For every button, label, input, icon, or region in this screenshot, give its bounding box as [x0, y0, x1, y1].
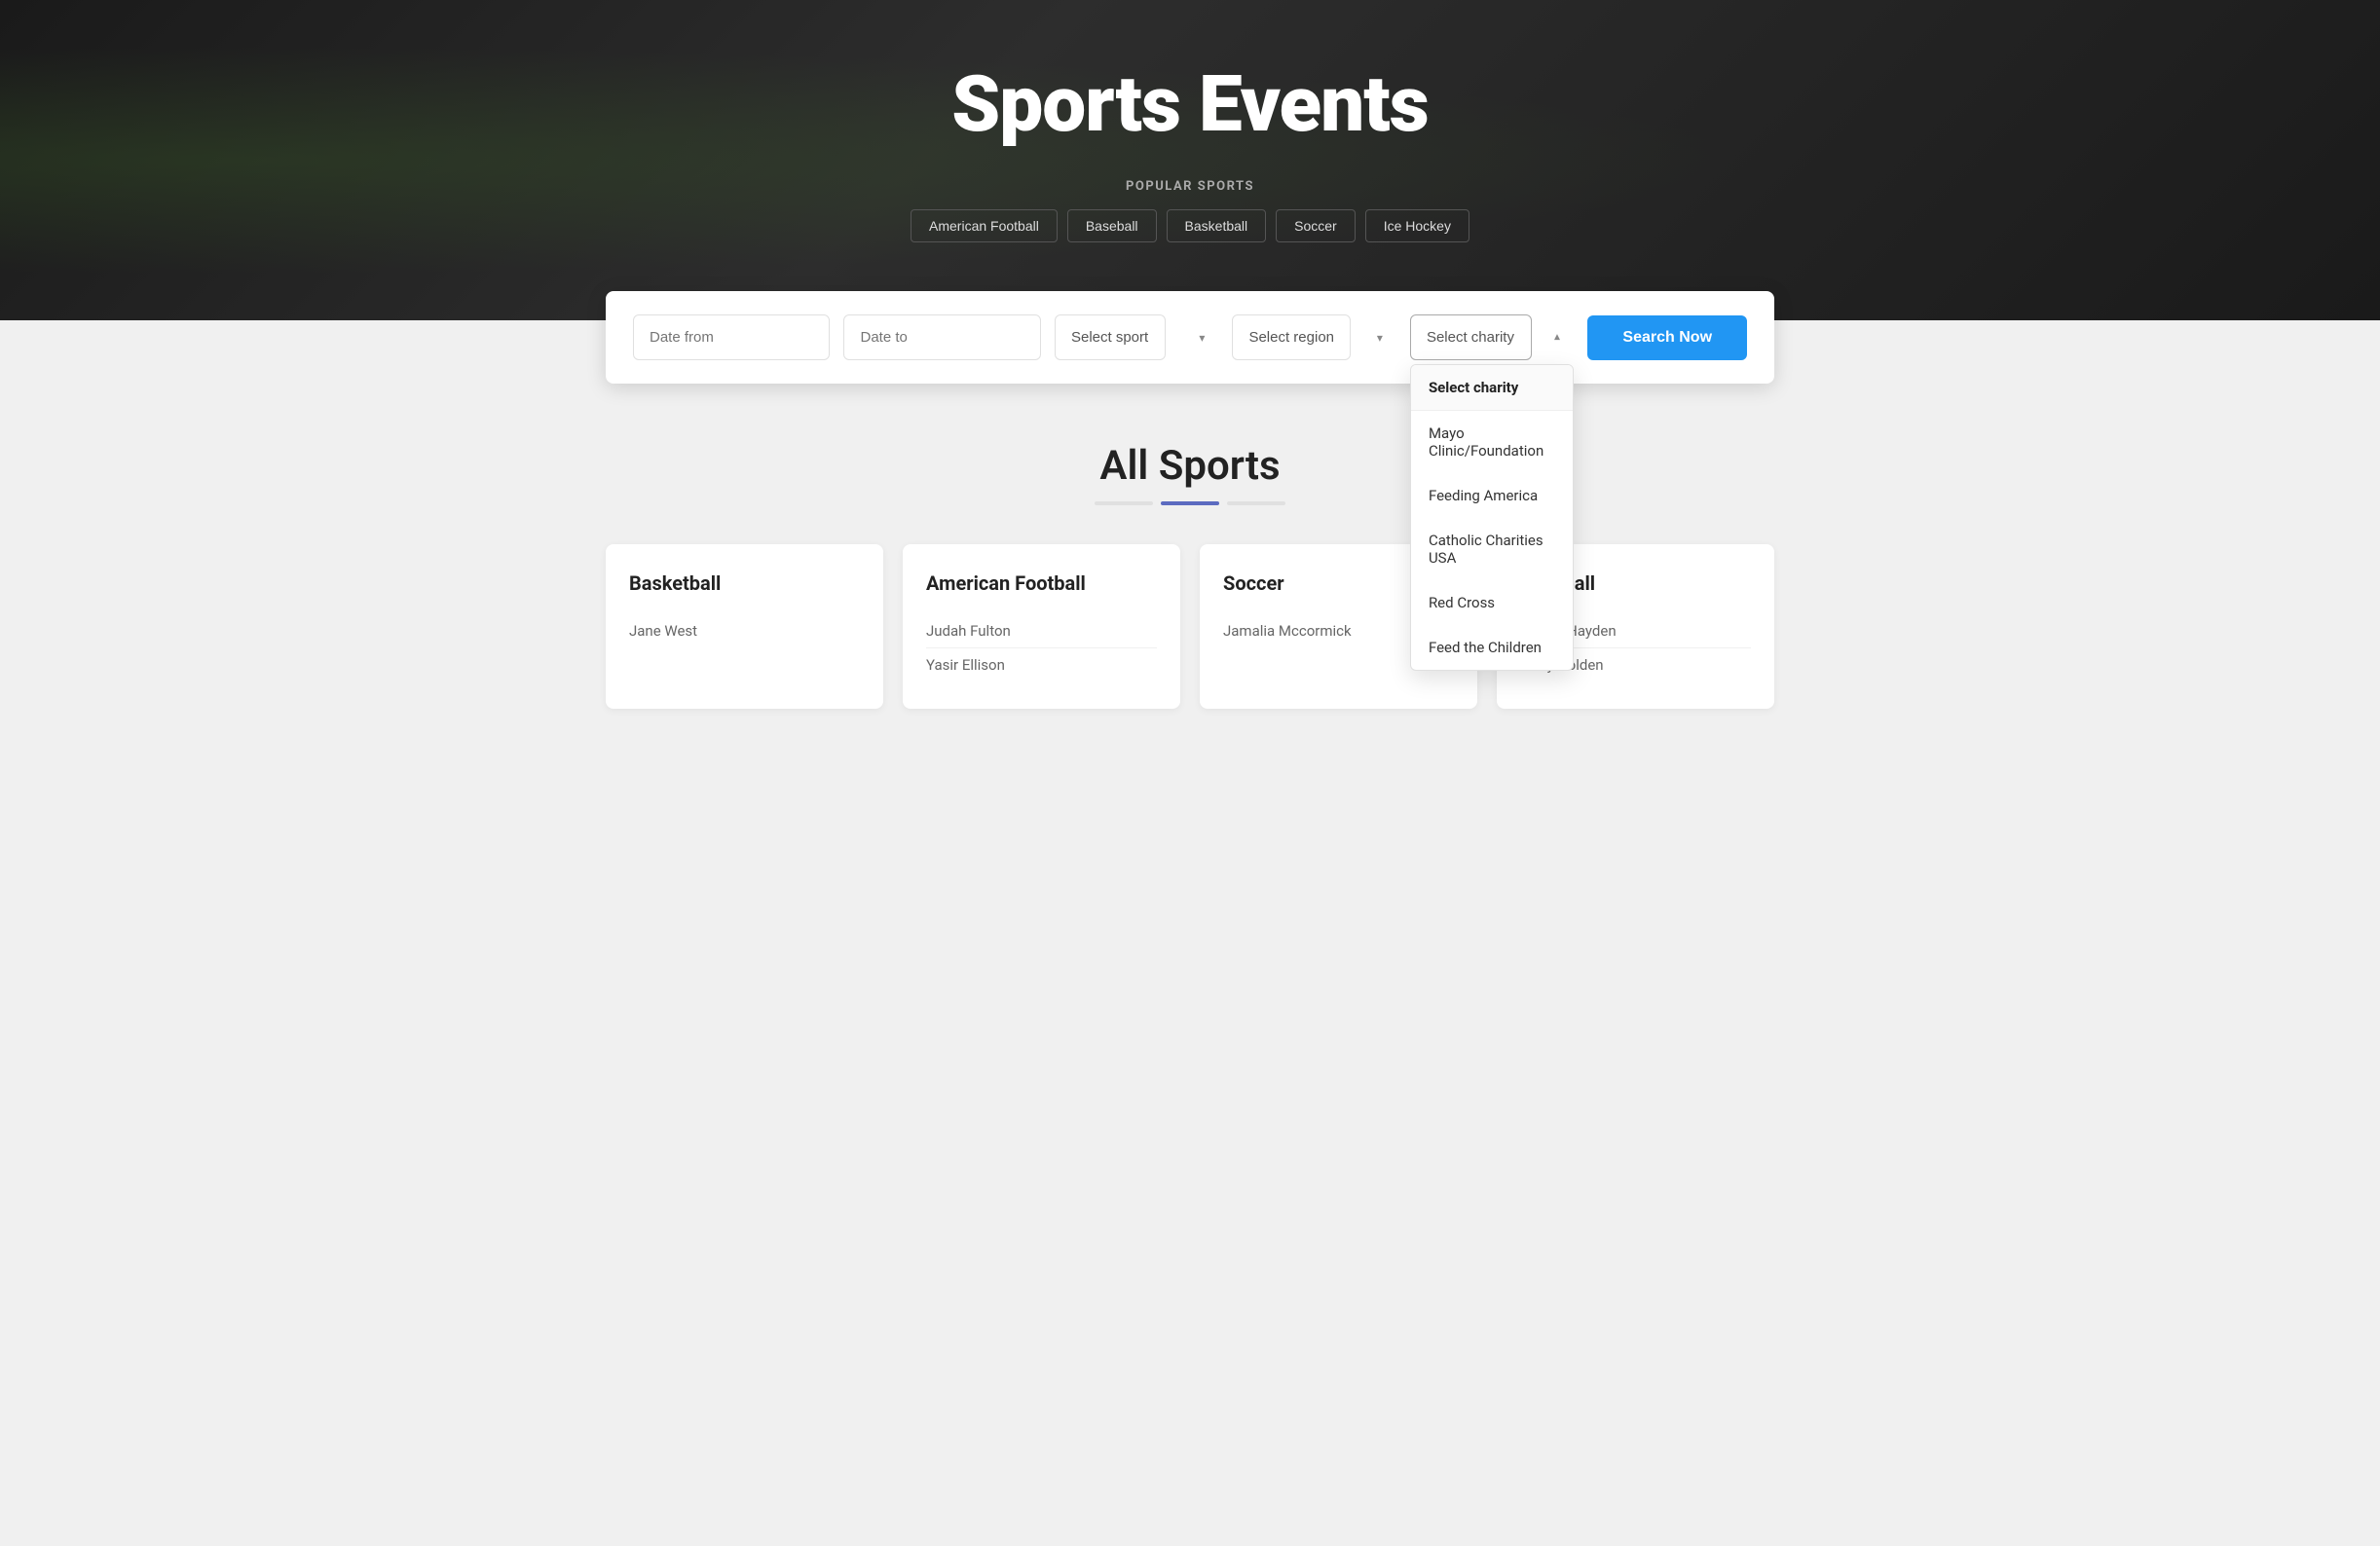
sport-tag-american-football[interactable]: American Football [911, 209, 1058, 242]
select-region-dropdown[interactable]: Select region [1232, 314, 1351, 360]
sport-tag-soccer[interactable]: Soccer [1276, 209, 1356, 242]
select-sport-dropdown[interactable]: Select sport [1055, 314, 1166, 360]
card-person-name: Jane West [629, 614, 860, 647]
charity-dropdown-item[interactable]: Feeding America [1411, 473, 1573, 518]
card-sport-title: American Football [926, 571, 1157, 595]
search-now-button[interactable]: Search Now [1587, 315, 1747, 360]
sport-card: Basketball Jane West [606, 544, 883, 709]
date-to-input[interactable] [843, 314, 1040, 360]
charity-dropdown-item[interactable]: Red Cross [1411, 580, 1573, 625]
card-person-name: Yasir Ellison [926, 648, 1157, 681]
sports-tags-container: American Football Baseball Basketball Socce… [911, 209, 1469, 242]
chevron-down-icon: ▾ [1199, 331, 1205, 345]
sport-tag-basketball[interactable]: Basketball [1167, 209, 1267, 242]
select-charity-dropdown[interactable]: Select charity [1410, 314, 1532, 360]
sport-tag-ice-hockey[interactable]: Ice Hockey [1365, 209, 1469, 242]
section-divider [39, 501, 2341, 505]
all-sports-title: All Sports [39, 442, 2341, 490]
charity-dropdown-menu: Select charity Mayo Clinic/FoundationFee… [1410, 364, 1574, 671]
card-sport-title: Basketball [629, 571, 860, 595]
divider-right [1227, 501, 1285, 505]
page-title: Sports Events [951, 58, 1429, 150]
divider-left [1095, 501, 1153, 505]
sport-tag-baseball[interactable]: Baseball [1067, 209, 1157, 242]
chevron-up-icon: ▾ [1554, 331, 1560, 345]
select-sport-wrapper: Select sport ▾ [1055, 314, 1218, 360]
date-from-input[interactable] [633, 314, 830, 360]
sports-cards-grid: Basketball Jane West American Football Juda… [606, 544, 1774, 709]
charity-dropdown-item[interactable]: Feed the Children [1411, 625, 1573, 670]
select-charity-wrapper: Select charity ▾ Select charity Mayo Cli… [1410, 314, 1574, 360]
search-bar: Select sport ▾ Select region ▾ Select ch… [606, 291, 1774, 384]
charity-dropdown-item[interactable]: Mayo Clinic/Foundation [1411, 411, 1573, 473]
chevron-down-icon: ▾ [1377, 331, 1383, 345]
popular-sports-label: POPULAR SPORTS [1126, 179, 1254, 194]
divider-accent [1161, 501, 1219, 505]
charity-dropdown-header: Select charity [1411, 365, 1573, 411]
sport-card: American Football Judah FultonYasir Ellis… [903, 544, 1180, 709]
select-region-wrapper: Select region ▾ [1232, 314, 1395, 360]
card-person-name: Judah Fulton [926, 614, 1157, 648]
main-content: All Sports Basketball Jane West American F… [0, 384, 2380, 767]
hero-section: Sports Events POPULAR SPORTS American Fo… [0, 0, 2380, 320]
search-bar-wrapper: Select sport ▾ Select region ▾ Select ch… [0, 291, 2380, 384]
charity-dropdown-item[interactable]: Catholic Charities USA [1411, 518, 1573, 580]
